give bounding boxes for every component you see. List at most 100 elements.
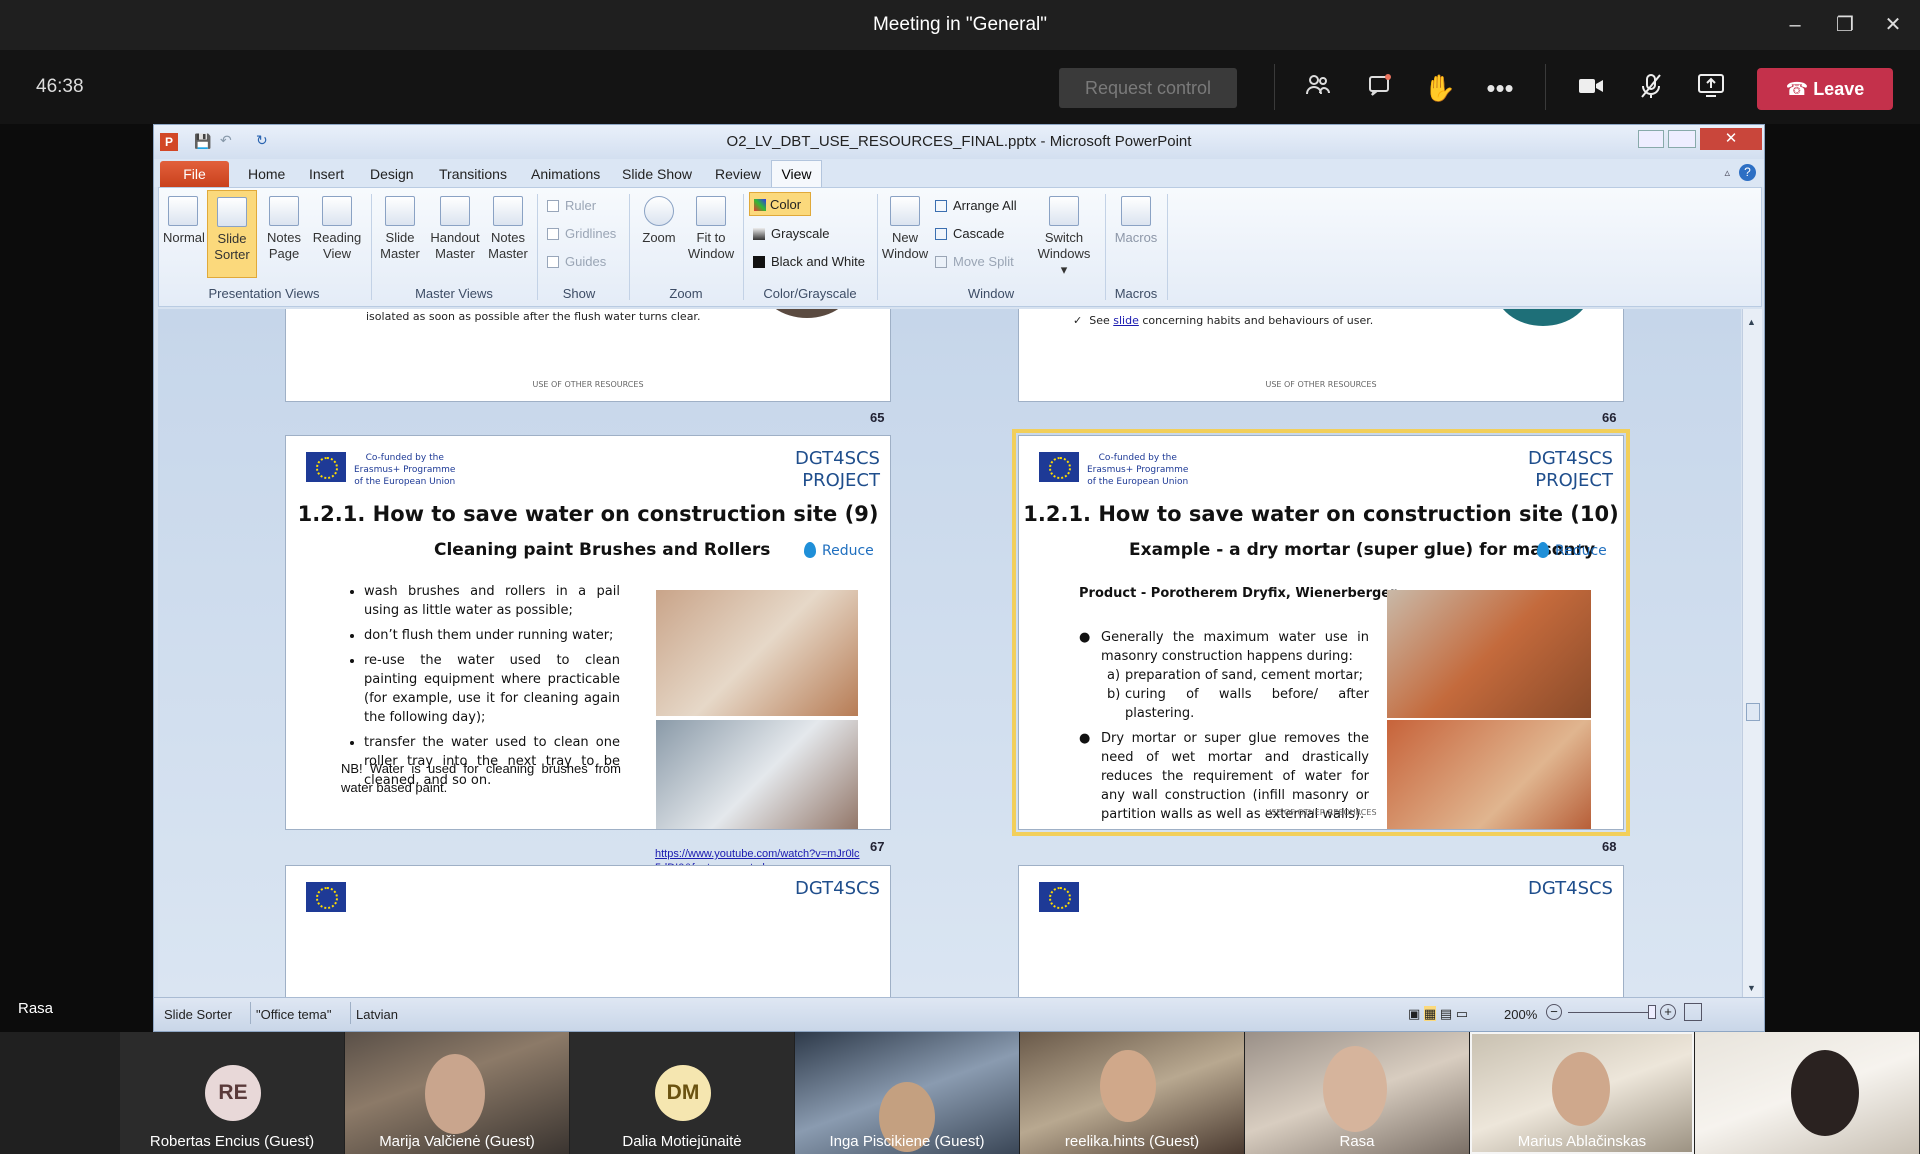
move-split-icon	[935, 256, 947, 268]
tab-review[interactable]: Review	[715, 166, 761, 182]
zoom-out-icon[interactable]: −	[1546, 1004, 1562, 1020]
group-divider	[1167, 194, 1168, 300]
macros-icon	[1121, 196, 1151, 226]
fit-window-icon	[696, 196, 726, 226]
tab-file[interactable]: File	[160, 161, 229, 187]
bullet-item: re-use the water used to clean painting …	[364, 651, 620, 727]
participant-strip: RE Robertas Encius (Guest) Marija Valčie…	[0, 1032, 1920, 1154]
zoom-slider-thumb[interactable]	[1648, 1005, 1656, 1019]
notes-page-icon	[269, 196, 299, 226]
call-controls-bar: 46:38 Request control ✋ ••• ☎ Leave	[0, 50, 1920, 124]
ruler-checkbox[interactable]: Ruler	[547, 198, 596, 213]
participant-video[interactable]: Rasa	[1245, 1032, 1469, 1154]
slide-master-icon	[385, 196, 415, 226]
macros-button[interactable]: Macros	[1111, 196, 1161, 246]
camera-icon[interactable]	[1574, 72, 1608, 104]
fit-to-window-button[interactable]: Fit to Window	[685, 196, 737, 262]
avatar: RE	[205, 1065, 261, 1121]
leave-button[interactable]: ☎ Leave	[1757, 68, 1893, 110]
tab-insert[interactable]: Insert	[309, 166, 344, 182]
tab-design[interactable]: Design	[370, 166, 414, 182]
ppt-close-icon[interactable]: ✕	[1700, 128, 1762, 150]
scroll-down-icon[interactable]: ▼	[1747, 983, 1756, 993]
notes-master-button[interactable]: Notes Master	[485, 196, 531, 262]
restore-icon[interactable]: ❐	[1830, 12, 1860, 38]
participant-tile[interactable]: RE Robertas Encius (Guest)	[120, 1032, 344, 1154]
raise-hand-icon[interactable]: ✋	[1423, 72, 1457, 104]
minimize-icon[interactable]: –	[1780, 12, 1810, 38]
slide-master-button[interactable]: Slide Master	[377, 196, 423, 262]
ppt-maximize-icon[interactable]	[1668, 130, 1696, 148]
new-window-button[interactable]: New Window	[881, 196, 929, 262]
presenter-name: Rasa	[18, 1000, 54, 1017]
close-icon[interactable]: ✕	[1878, 12, 1908, 38]
slide-thumbnail-69[interactable]: DGT4SCS	[285, 865, 891, 997]
chat-icon[interactable]	[1363, 72, 1397, 104]
grayscale-button[interactable]: Grayscale	[753, 226, 830, 241]
arrange-all-button[interactable]: Arrange All	[935, 198, 1017, 213]
vertical-scrollbar[interactable]: ▲ ▼	[1742, 309, 1762, 997]
slide-sorter-icon[interactable]: ▦	[1423, 1006, 1437, 1021]
color-button[interactable]: Color	[749, 192, 811, 216]
microphone-muted-icon[interactable]	[1634, 72, 1668, 104]
grayscale-swatch-icon	[753, 228, 765, 240]
help-icon[interactable]: ?	[1739, 164, 1756, 181]
scroll-thumb[interactable]	[1746, 703, 1760, 721]
cascade-button[interactable]: Cascade	[935, 226, 1004, 241]
participant-tile[interactable]: DM Dalia Motiejūnaitė	[570, 1032, 794, 1154]
tab-view[interactable]: View	[771, 160, 822, 188]
guides-checkbox[interactable]: Guides	[547, 254, 606, 269]
slide-link[interactable]: slide	[1113, 314, 1139, 327]
share-screen-icon[interactable]	[1694, 72, 1728, 104]
zoom-in-icon[interactable]: +	[1660, 1004, 1676, 1020]
normal-view-button[interactable]: Normal	[163, 196, 205, 246]
participant-video-active-speaker[interactable]: Marius Ablačinskas	[1470, 1032, 1694, 1154]
gridlines-checkbox[interactable]: Gridlines	[547, 226, 616, 241]
slide-sorter-button[interactable]: Slide Sorter	[207, 190, 257, 278]
fit-slide-icon[interactable]	[1684, 1003, 1702, 1021]
scroll-up-icon[interactable]: ▲	[1747, 317, 1756, 327]
participant-video[interactable]	[1695, 1032, 1919, 1154]
divider	[250, 1002, 251, 1024]
reading-view-button[interactable]: Reading View	[311, 196, 363, 262]
participant-video[interactable]: Inga Piscikiene (Guest)	[795, 1032, 1019, 1154]
tab-transitions[interactable]: Transitions	[439, 166, 507, 182]
participant-face	[1323, 1046, 1387, 1132]
ppt-minimize-icon[interactable]	[1638, 130, 1664, 148]
slide-thumbnail-68[interactable]: Co-funded by the Erasmus+ Programme of the…	[1012, 429, 1630, 836]
status-theme: "Office tema"	[256, 1007, 332, 1022]
slide-thumbnail-70[interactable]: DGT4SCS	[1018, 865, 1624, 997]
collapse-ribbon-icon[interactable]: ▵	[1724, 166, 1730, 179]
reading-view-icon[interactable]: ▤	[1440, 1006, 1452, 1021]
switch-windows-button[interactable]: Switch Windows ▾	[1033, 196, 1095, 278]
zoom-level[interactable]: 200%	[1504, 1007, 1537, 1022]
slide-thumbnail-66[interactable]: ✓ See slide concerning habits and behavi…	[1018, 309, 1624, 402]
product-line: Product - Porotherem Dryfix, Wienerberge…	[1079, 586, 1397, 601]
divider	[350, 1002, 351, 1024]
participants-icon[interactable]	[1301, 72, 1335, 104]
handout-master-button[interactable]: Handout Master	[427, 196, 483, 262]
notes-page-button[interactable]: Notes Page	[263, 196, 305, 262]
zoom-button[interactable]: Zoom	[637, 196, 681, 246]
tab-animations[interactable]: Animations	[531, 166, 600, 182]
slide-thumbnail-65[interactable]: isolated as soon as possible after the f…	[285, 309, 891, 402]
tab-slide-show[interactable]: Slide Show	[622, 166, 692, 182]
slide-subtitle: Cleaning paint Brushes and Rollers	[434, 540, 771, 560]
water-drop-icon	[1537, 542, 1549, 558]
status-language: Latvian	[356, 1007, 398, 1022]
divider	[1545, 64, 1546, 110]
request-control-button[interactable]: Request control	[1059, 68, 1237, 108]
tab-home[interactable]: Home	[248, 166, 285, 182]
black-and-white-button[interactable]: Black and White	[753, 254, 865, 269]
more-actions-icon[interactable]: •••	[1483, 72, 1517, 104]
zoom-slider[interactable]	[1568, 1012, 1654, 1013]
normal-view-icon[interactable]: ▣	[1408, 1006, 1420, 1021]
color-swatch-icon	[754, 199, 766, 211]
eu-flag-icon	[306, 452, 346, 482]
move-split-button[interactable]: Move Split	[935, 254, 1014, 269]
group-zoom: Zoom	[669, 286, 703, 301]
cofunded-text: Co-funded by the Erasmus+ Programme of the…	[1087, 453, 1189, 487]
slideshow-icon[interactable]: ▭	[1456, 1006, 1468, 1021]
participant-video[interactable]: reelika.hints (Guest)	[1020, 1032, 1244, 1154]
participant-video[interactable]: Marija Valčienė (Guest)	[345, 1032, 569, 1154]
